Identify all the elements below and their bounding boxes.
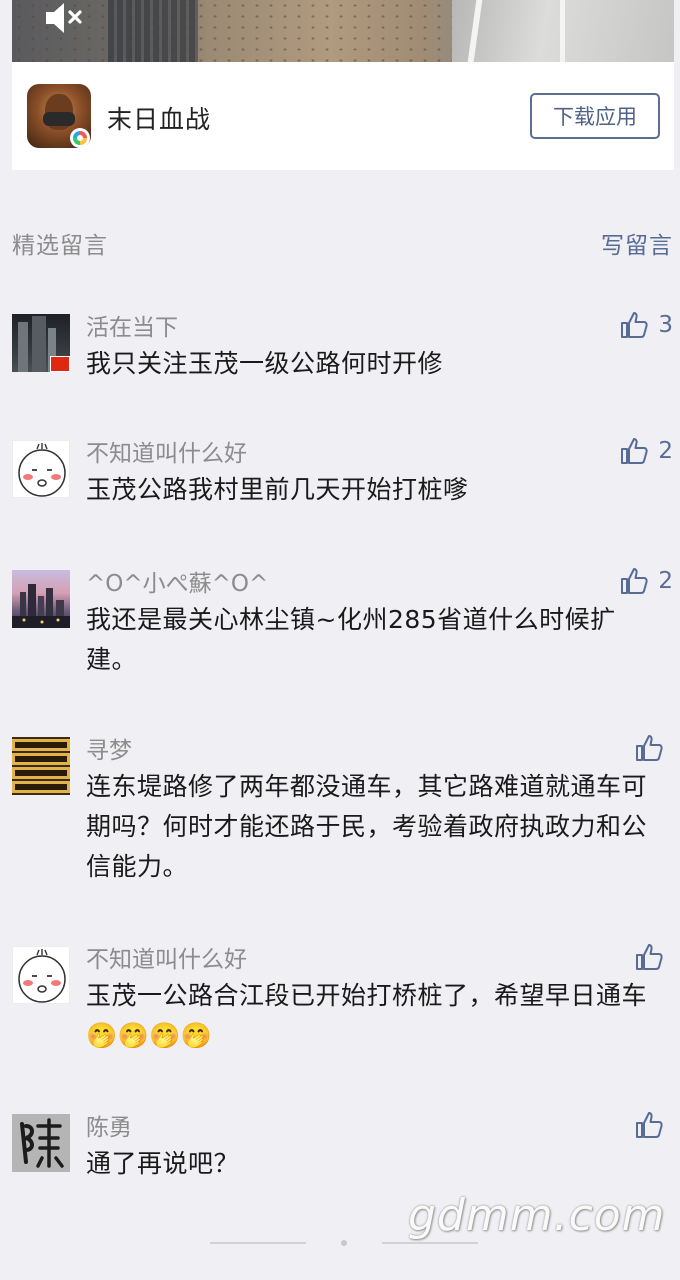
like-count: 2 [658,438,673,464]
emoji-hand-over-mouth: 🤭🤭🤭🤭 [86,1021,213,1050]
comment-content: 我还是最关心林尘镇~化州285省道什么时候扩建。 [86,605,616,674]
avatar[interactable] [12,1114,70,1172]
mute-icon[interactable] [42,0,86,36]
comment-content: 通了再说吧？ [86,1149,240,1178]
comment-nickname[interactable]: 陈勇 [86,1108,132,1142]
comment-content: 连东堤路修了两年都没通车，其它路难道就通车可期吗？何时才能还路于民，考验着政府执… [86,772,648,881]
app-store-badge-icon [70,128,90,148]
thumbs-up-icon [621,438,648,464]
avatar[interactable] [12,737,70,795]
thumbs-up-icon [621,568,648,594]
like-count: 2 [658,568,673,594]
thumbs-up-icon [636,944,663,970]
like-button[interactable]: 2 [620,436,673,466]
write-comment-link[interactable]: 写留言 [601,226,673,260]
comment-content: 玉茂一公路合江段已开始打桥桩了，希望早日通车 🤭🤭🤭🤭 [86,976,666,1056]
ad-card[interactable]: 末日血战 下载应用 [12,0,674,170]
like-button[interactable] [635,733,673,763]
like-button[interactable] [635,942,673,972]
avatar[interactable] [12,440,70,498]
comment-content: 玉茂公路我村里前几天开始打桩嗲 [86,475,469,504]
comment-nickname[interactable]: 不知道叫什么好 [86,940,247,974]
comment-nickname[interactable]: 不知道叫什么好 [86,434,247,468]
watermark: gdmm.com [408,1190,666,1241]
avatar[interactable] [12,314,70,372]
download-app-button[interactable]: 下载应用 [530,93,660,139]
like-button[interactable]: 2 [620,566,673,596]
avatar[interactable] [12,946,70,1004]
like-button[interactable] [635,1110,673,1140]
comment-nickname[interactable]: 寻梦 [86,731,132,765]
ad-banner-video[interactable] [12,0,674,62]
app-name: 末日血战 [107,105,212,134]
like-count: 3 [658,312,673,338]
section-title: 精选留言 [12,233,108,259]
like-button[interactable]: 3 [620,310,673,340]
comment-nickname[interactable]: 活在当下 [86,308,178,342]
thumbs-up-icon [636,735,663,761]
avatar[interactable] [12,570,70,628]
thumbs-up-icon [621,312,648,338]
comment-content: 我只关注玉茂一级公路何时开修 [86,349,444,378]
comment-nickname[interactable]: ^O^小ぺ蘇^O^ [86,564,268,598]
thumbs-up-icon [636,1112,663,1138]
comment-text: 玉茂一公路合江段已开始打桥桩了，希望早日通车 [86,981,648,1010]
